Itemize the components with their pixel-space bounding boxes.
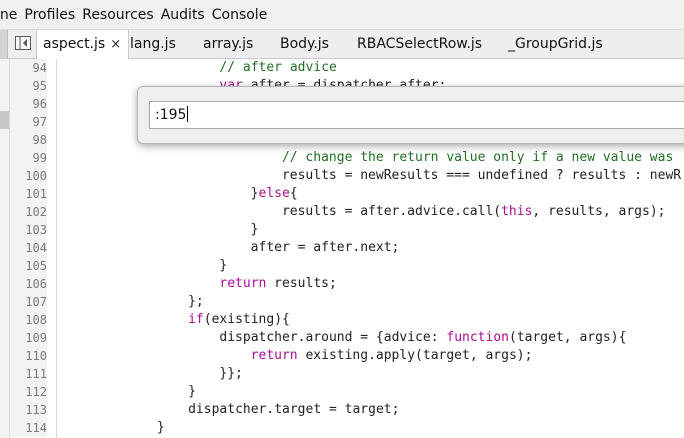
- line-number[interactable]: 113: [10, 401, 47, 419]
- line-number[interactable]: 109: [10, 329, 47, 347]
- tab-lang-js[interactable]: lang.js: [130, 30, 176, 58]
- line-number[interactable]: 94: [10, 59, 47, 77]
- line-code: // after advice: [219, 60, 337, 75]
- tab-label: RBACSelectRow.js: [357, 36, 483, 52]
- go-to-line-dialog: :195: [137, 86, 684, 144]
- line-code: if(existing){: [188, 312, 290, 327]
- code-line[interactable]: 102 results = after.advice.call(this, res…: [10, 203, 684, 221]
- tab-aspect-js[interactable]: aspect.js ×: [36, 30, 130, 59]
- line-number[interactable]: 111: [10, 365, 47, 383]
- line-number[interactable]: 105: [10, 257, 47, 275]
- line-number[interactable]: 101: [10, 185, 47, 203]
- code-line[interactable]: 103}: [10, 221, 684, 239]
- line-number[interactable]: 97: [10, 113, 47, 131]
- line-code: dispatcher.target = target;: [188, 402, 400, 417]
- menu-item-console[interactable]: Console: [212, 7, 268, 23]
- line-code: }: [188, 384, 196, 399]
- line-code: }: [250, 222, 259, 237]
- code-line[interactable]: 113 dispatcher.target = target;: [10, 401, 684, 419]
- tab-label: Body.js: [280, 36, 329, 52]
- line-code: dispatcher.around = {advice: function(ta…: [219, 330, 627, 345]
- tab-label: array.js: [203, 36, 254, 52]
- line-number[interactable]: 108: [10, 311, 47, 329]
- menu-item-audits[interactable]: Audits: [161, 7, 205, 23]
- code-line[interactable]: 94 // after advice: [10, 59, 684, 77]
- code-line[interactable]: 114}: [10, 419, 684, 437]
- line-code: }else{: [250, 186, 298, 201]
- go-to-line-value: :195: [155, 107, 187, 123]
- toggle-navigator-icon[interactable]: [15, 36, 31, 50]
- line-number[interactable]: 95: [10, 77, 47, 95]
- line-code: results = newResults === undefined ? res…: [281, 168, 682, 183]
- close-tab-icon[interactable]: ×: [110, 37, 121, 52]
- menu-bar: ine Profiles Resources Audits Console: [0, 0, 684, 30]
- code-line[interactable]: 112}: [10, 383, 684, 401]
- line-number[interactable]: 112: [10, 383, 47, 401]
- line-code: return results;: [219, 276, 337, 291]
- tab-body-js[interactable]: Body.js: [280, 30, 329, 58]
- tab-groupgrid-js[interactable]: _GroupGrid.js: [508, 30, 603, 58]
- line-number[interactable]: 96: [10, 95, 47, 113]
- tab-bar-gutter: [0, 30, 8, 58]
- menu-item-profiles[interactable]: Profiles: [24, 7, 75, 23]
- tab-rbacselectrow-js[interactable]: RBACSelectRow.js: [357, 30, 482, 58]
- code-line[interactable]: 108 if(existing){: [10, 311, 684, 329]
- go-to-line-input[interactable]: :195: [149, 101, 684, 129]
- code-line[interactable]: 106 return results;: [10, 275, 684, 293]
- line-number[interactable]: 103: [10, 221, 47, 239]
- line-code: return existing.apply(target, args);: [250, 348, 533, 363]
- line-code: }: [156, 420, 165, 435]
- line-code: results = after.advice.call(this, result…: [281, 204, 666, 219]
- panel-edge: [0, 59, 10, 438]
- code-line[interactable]: 107};: [10, 293, 684, 311]
- tab-label: aspect.js: [43, 36, 106, 52]
- file-tab-bar: aspect.js × lang.js array.js Body.js RBAC…: [0, 30, 684, 59]
- panel-edge-marker: [0, 111, 9, 129]
- line-number[interactable]: 99: [10, 149, 47, 167]
- code-line[interactable]: 109 dispatcher.around = {advice: function…: [10, 329, 684, 347]
- line-code: after = after.next;: [250, 240, 400, 255]
- tab-array-js[interactable]: array.js: [203, 30, 253, 58]
- line-number[interactable]: 114: [10, 419, 47, 437]
- code-line[interactable]: 104 after = after.next;: [10, 239, 684, 257]
- line-number[interactable]: 100: [10, 167, 47, 185]
- line-number[interactable]: 98: [10, 131, 47, 149]
- code-line[interactable]: 105}: [10, 257, 684, 275]
- line-code: };: [188, 294, 204, 309]
- code-line[interactable]: 100 results = newResults === undefined ? …: [10, 167, 684, 185]
- code-line[interactable]: 110 return existing.apply(target, args);: [10, 347, 684, 365]
- line-number[interactable]: 106: [10, 275, 47, 293]
- tab-label: lang.js: [130, 36, 176, 52]
- menu-item-resources[interactable]: Resources: [82, 7, 154, 23]
- line-number[interactable]: 110: [10, 347, 47, 365]
- tab-label: _GroupGrid.js: [508, 36, 603, 52]
- line-number[interactable]: 102: [10, 203, 47, 221]
- code-line[interactable]: 99 // change the return value only if a n…: [10, 149, 684, 167]
- code-line[interactable]: 101 }else{: [10, 185, 684, 203]
- line-code: }: [219, 258, 228, 273]
- text-caret: [187, 106, 189, 122]
- line-number[interactable]: 104: [10, 239, 47, 257]
- line-number[interactable]: 107: [10, 293, 47, 311]
- line-code: // change the return value only if a new…: [281, 150, 674, 165]
- menu-item-machine[interactable]: ine: [0, 7, 17, 23]
- code-line[interactable]: 111}};: [10, 365, 684, 383]
- line-code: }};: [219, 366, 243, 381]
